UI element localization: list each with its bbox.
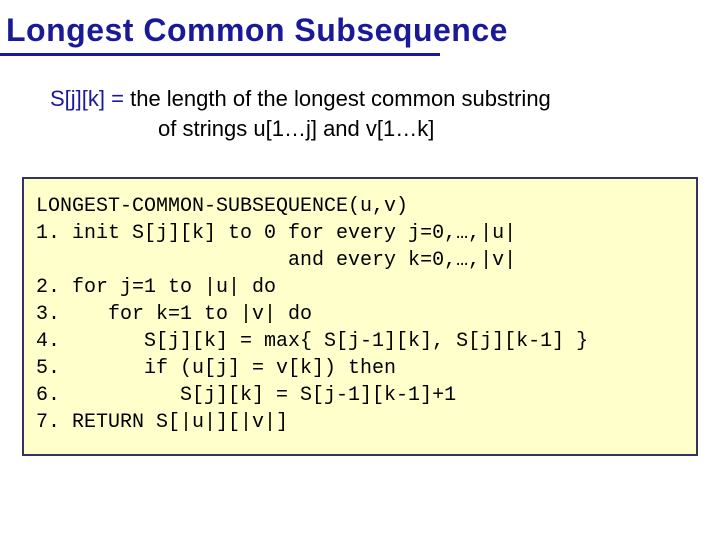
code-line-1b: and every k=0,…,|v| xyxy=(36,249,516,272)
slide: Longest Common Subsequence S[j][k] = the… xyxy=(0,0,720,540)
pseudocode-box: LONGEST-COMMON-SUBSEQUENCE(u,v) 1. init … xyxy=(22,177,698,456)
definition-block: S[j][k] = the length of the longest comm… xyxy=(50,84,680,143)
code-line-3: 3. for k=1 to |v| do xyxy=(36,303,312,326)
definition-lhs: S[j][k] = xyxy=(50,86,124,111)
code-line-4: 4. S[j][k] = max{ S[j-1][k], S[j][k-1] } xyxy=(36,330,588,353)
definition-rhs-line2: of strings u[1…j] and v[1…k] xyxy=(50,114,680,144)
code-line-7: 7. RETURN S[|u|][|v|] xyxy=(36,411,288,434)
slide-title: Longest Common Subsequence xyxy=(0,0,720,53)
code-header: LONGEST-COMMON-SUBSEQUENCE(u,v) xyxy=(36,195,408,218)
code-line-6: 6. S[j][k] = S[j-1][k-1]+1 xyxy=(36,384,456,407)
code-line-1: 1. init S[j][k] to 0 for every j=0,…,|u| xyxy=(36,222,516,245)
title-underline xyxy=(0,53,440,56)
code-line-5: 5. if (u[j] = v[k]) then xyxy=(36,357,396,380)
definition-rhs-line1: the length of the longest common substri… xyxy=(124,86,551,111)
code-line-2: 2. for j=1 to |u| do xyxy=(36,276,276,299)
